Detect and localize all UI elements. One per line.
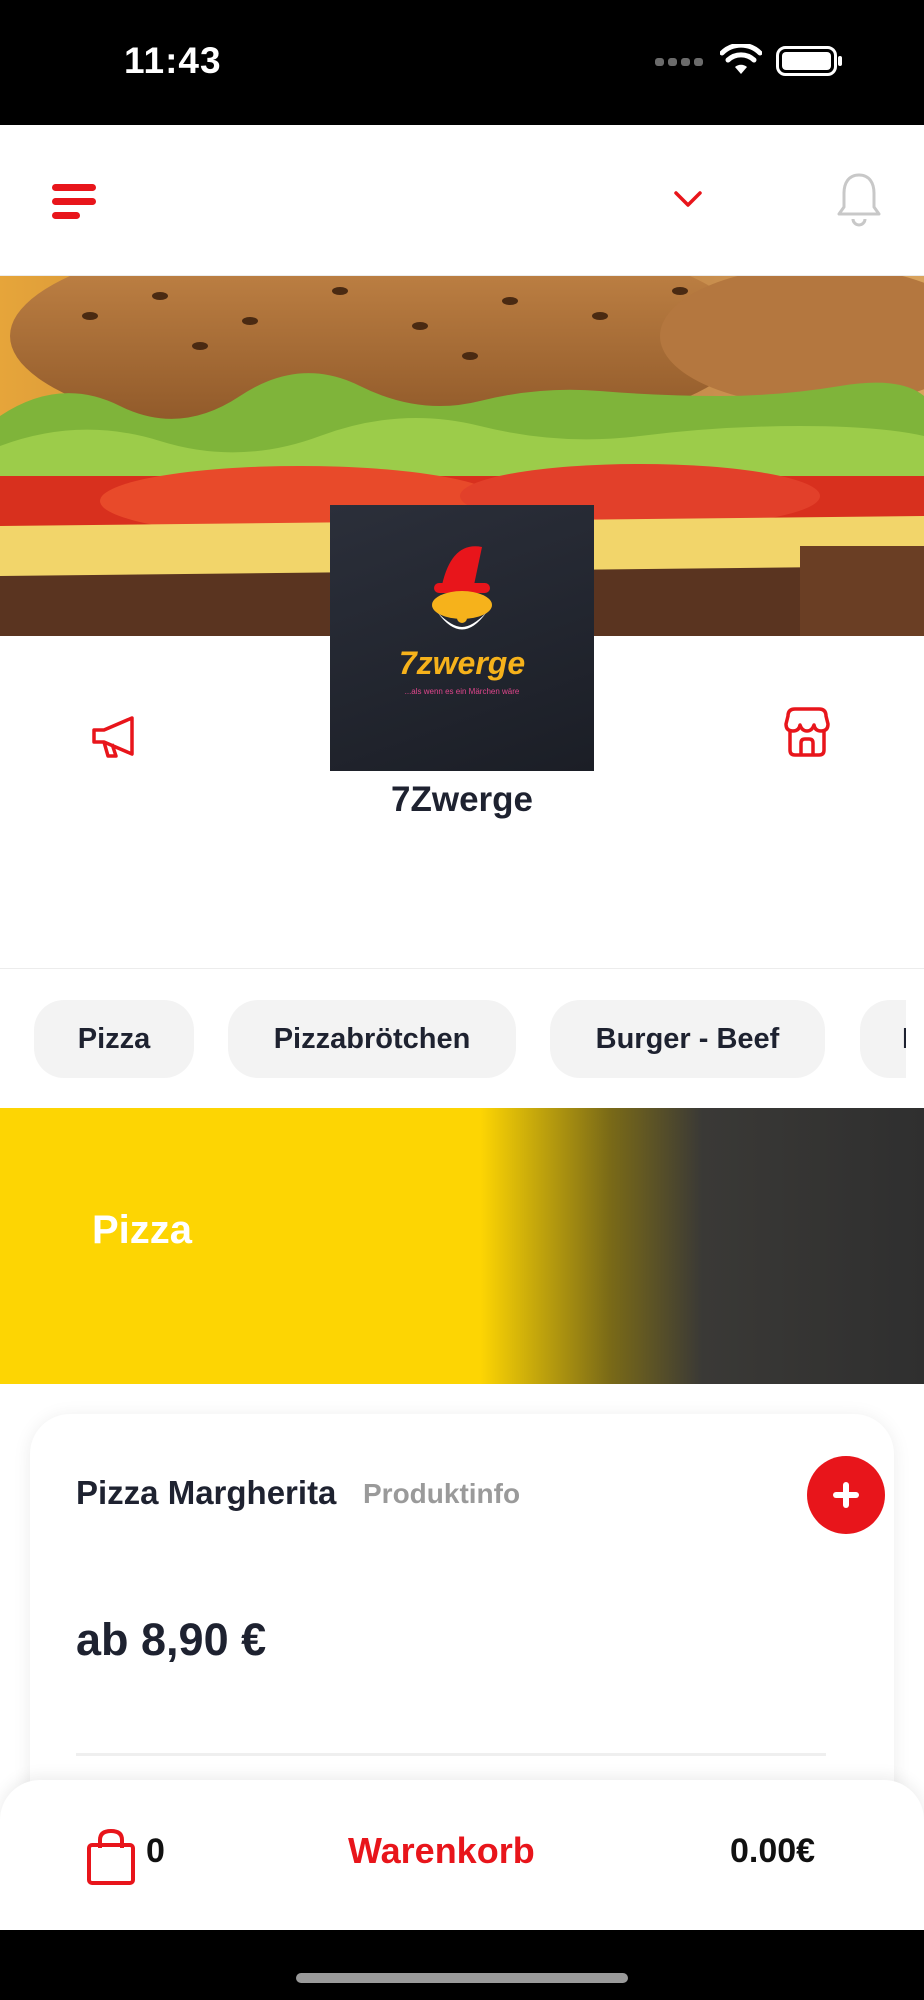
logo-text: 7zwerge [398,645,526,681]
divider [0,968,924,969]
cellular-signal-icon [655,58,703,66]
chevron-down-icon[interactable] [672,187,704,211]
product-name: Pizza Margherita [76,1474,337,1511]
add-to-cart-button[interactable] [807,1456,885,1534]
cart-item-count: 0 [146,1832,165,1870]
cart-button[interactable]: Warenkorb [348,1830,535,1872]
category-chip-pizza[interactable]: Pizza [34,1000,194,1078]
category-chip-pizzabroetchen[interactable]: Pizzabrötchen [228,1000,516,1078]
logo-tagline: ...als wenn es ein Märchen wäre [404,687,520,696]
category-chip-partial[interactable]: I [860,1000,906,1078]
bell-icon[interactable] [836,171,882,227]
cart-total: 0.00€ [730,1832,816,1870]
status-time: 11:43 [124,40,222,81]
category-banner: Pizza [0,1108,924,1384]
home-indicator-area [0,1930,924,2000]
cart-bar: 0 Warenkorb 0.00€ [0,1780,924,1930]
shopping-bag-icon[interactable] [86,1828,136,1886]
shop-icon[interactable] [782,706,832,758]
status-bar: 11:43 [0,0,924,125]
product-price: ab 8,90 € [76,1614,267,1665]
card-divider [76,1753,826,1756]
menu-icon[interactable] [50,181,100,223]
restaurant-name: 7Zwerge [391,780,533,819]
wifi-icon [720,44,762,74]
restaurant-logo: 7zwerge ...als wenn es ein Märchen wäre [330,505,594,771]
plus-icon [833,1482,859,1508]
battery-icon [776,46,842,76]
megaphone-icon[interactable] [88,712,144,760]
app-header [0,125,924,276]
dwarf-logo-icon [432,546,492,630]
category-banner-title: Pizza [92,1208,193,1252]
home-indicator[interactable] [296,1973,628,1983]
product-info-link[interactable]: Produktinfo [363,1478,520,1510]
category-chip-burger-beef[interactable]: Burger - Beef [550,1000,825,1078]
